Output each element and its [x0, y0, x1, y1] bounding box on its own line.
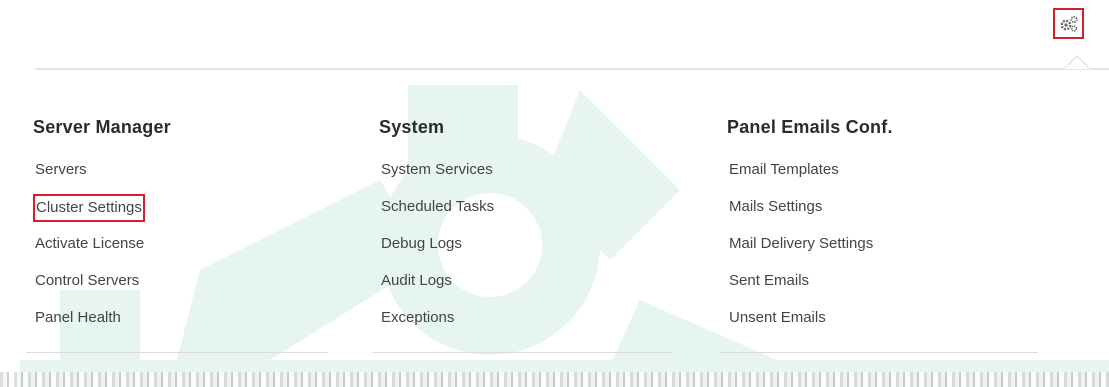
- menu-item-exceptions[interactable]: Exceptions: [379, 305, 496, 342]
- menu-item-label[interactable]: Servers: [33, 157, 89, 183]
- column-heading-panel-emails-conf: Panel Emails Conf.: [727, 117, 893, 137]
- menu-item-mails-settings[interactable]: Mails Settings: [727, 194, 893, 231]
- column-heading-server-manager: Server Manager: [33, 117, 171, 137]
- menu-item-label[interactable]: Sent Emails: [727, 268, 811, 294]
- menu-item-email-templates[interactable]: Email Templates: [727, 157, 893, 194]
- menu-item-label[interactable]: Control Servers: [33, 268, 141, 294]
- menu-item-label[interactable]: Mails Settings: [727, 194, 824, 220]
- menu-item-label[interactable]: Scheduled Tasks: [379, 194, 496, 220]
- settings-button[interactable]: [1053, 8, 1084, 39]
- menu-item-servers[interactable]: Servers: [33, 157, 171, 194]
- column-divider: [26, 352, 328, 353]
- menu-item-label[interactable]: Cluster Settings: [33, 194, 145, 222]
- column-divider: [720, 352, 1038, 353]
- menu-item-mail-delivery-settings[interactable]: Mail Delivery Settings: [727, 231, 893, 268]
- menu-item-activate-license[interactable]: Activate License: [33, 231, 171, 268]
- menu-item-unsent-emails[interactable]: Unsent Emails: [727, 305, 893, 342]
- menu-item-label[interactable]: Panel Health: [33, 305, 123, 331]
- menu-column-server-manager: Server Manager Servers Cluster Settings …: [33, 112, 171, 342]
- menu-item-label[interactable]: Audit Logs: [379, 268, 454, 294]
- dropdown-caret: [1064, 55, 1090, 69]
- menu-item-label[interactable]: System Services: [379, 157, 495, 183]
- menu-item-scheduled-tasks[interactable]: Scheduled Tasks: [379, 194, 496, 231]
- menu-item-label[interactable]: Unsent Emails: [727, 305, 828, 331]
- menu-item-label[interactable]: Debug Logs: [379, 231, 464, 257]
- menu-item-system-services[interactable]: System Services: [379, 157, 496, 194]
- menu-item-label[interactable]: Mail Delivery Settings: [727, 231, 875, 257]
- gear-watermark-icon: [20, 85, 1109, 387]
- gears-icon: [1060, 15, 1078, 32]
- menu-item-label[interactable]: Activate License: [33, 231, 146, 257]
- menu-column-system: System System Services Scheduled Tasks D…: [379, 112, 496, 342]
- menu-item-panel-health[interactable]: Panel Health: [33, 305, 171, 342]
- dropdown-panel-border: [36, 68, 1109, 70]
- menu-item-debug-logs[interactable]: Debug Logs: [379, 231, 496, 268]
- cropped-content-strip: [0, 372, 1109, 387]
- menu-item-cluster-settings[interactable]: Cluster Settings: [33, 194, 171, 231]
- menu-item-control-servers[interactable]: Control Servers: [33, 268, 171, 305]
- menu-item-audit-logs[interactable]: Audit Logs: [379, 268, 496, 305]
- menu-item-label[interactable]: Email Templates: [727, 157, 841, 183]
- top-bar: [0, 0, 1109, 68]
- column-divider: [372, 352, 672, 353]
- menu-item-sent-emails[interactable]: Sent Emails: [727, 268, 893, 305]
- column-heading-system: System: [379, 117, 445, 137]
- menu-item-label[interactable]: Exceptions: [379, 305, 456, 331]
- menu-column-panel-emails-conf: Panel Emails Conf. Email Templates Mails…: [727, 112, 893, 342]
